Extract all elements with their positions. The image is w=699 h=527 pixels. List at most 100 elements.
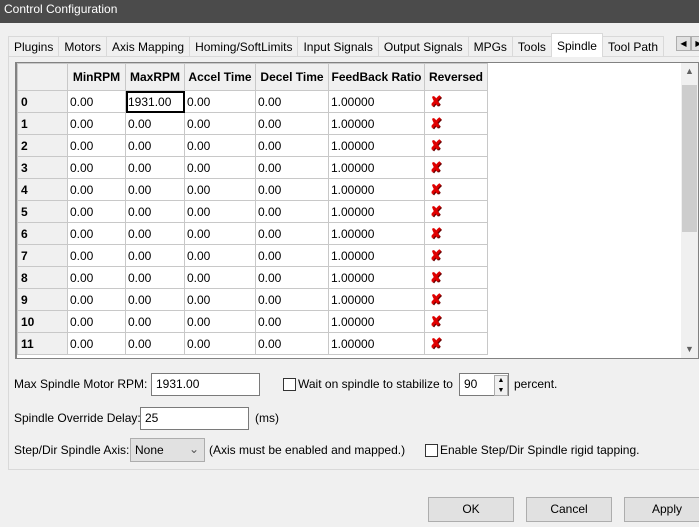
reversed-cell[interactable]: ✘ [424, 200, 488, 223]
tab-spindle[interactable]: Spindle [550, 33, 603, 57]
tab-tool-path[interactable]: Tool Path [601, 36, 665, 57]
reversed-cell[interactable]: ✘ [424, 134, 488, 157]
reversed-cell[interactable]: ✘ [424, 112, 488, 135]
cell-decel[interactable]: 0.00 [255, 112, 329, 135]
cell-max[interactable]: 0.00 [125, 288, 185, 311]
cell-decel[interactable]: 0.00 [255, 156, 329, 179]
cancel-button[interactable]: Cancel [526, 497, 612, 522]
row-header[interactable]: 2 [17, 134, 68, 157]
cell-max[interactable]: 0.00 [125, 244, 185, 267]
cell-max[interactable]: 0.00 [125, 156, 185, 179]
grid-scrollbar[interactable]: ▲ ▼ [681, 63, 698, 358]
cell-max[interactable]: 0.00 [125, 200, 185, 223]
cell-ratio[interactable]: 1.00000 [328, 266, 425, 289]
cell-max[interactable]: 0.00 [125, 112, 185, 135]
cell-ratio[interactable]: 1.00000 [328, 134, 425, 157]
reversed-cell[interactable]: ✘ [424, 178, 488, 201]
tab-scroll-left-button[interactable]: ◀ [676, 36, 691, 51]
cell-ratio[interactable]: 1.00000 [328, 156, 425, 179]
wait-percent-spinner[interactable]: ▲ ▼ [494, 375, 508, 396]
cell-decel[interactable]: 0.00 [255, 288, 329, 311]
cell-decel[interactable]: 0.00 [255, 200, 329, 223]
cell-min[interactable]: 0.00 [67, 134, 126, 157]
cell-accel[interactable]: 0.00 [184, 112, 256, 135]
override-delay-input[interactable]: 25 [140, 407, 249, 430]
cell-min[interactable]: 0.00 [67, 200, 126, 223]
row-header[interactable]: 4 [17, 178, 68, 201]
reversed-cell[interactable]: ✘ [424, 310, 488, 333]
cell-decel[interactable]: 0.00 [255, 178, 329, 201]
tab-output-signals[interactable]: Output Signals [377, 36, 469, 57]
tab-axis-mapping[interactable]: Axis Mapping [106, 36, 191, 57]
cell-accel[interactable]: 0.00 [184, 288, 256, 311]
wait-stabilize-checkbox[interactable] [283, 378, 296, 391]
reversed-cell[interactable]: ✘ [424, 156, 488, 179]
cell-ratio[interactable]: 1.00000 [328, 244, 425, 267]
cell-accel[interactable]: 0.00 [184, 200, 256, 223]
cell-accel[interactable]: 0.00 [184, 332, 256, 355]
cell-max[interactable]: 0.00 [125, 178, 185, 201]
cell-max[interactable]: 1931.00 [125, 90, 185, 113]
row-header[interactable]: 6 [17, 222, 68, 245]
cell-accel[interactable]: 0.00 [184, 310, 256, 333]
cell-decel[interactable]: 0.00 [255, 222, 329, 245]
row-header[interactable]: 0 [17, 90, 68, 113]
tab-homing-softlimits[interactable]: Homing/SoftLimits [189, 36, 299, 57]
scroll-down-icon[interactable]: ▼ [681, 341, 698, 358]
cell-accel[interactable]: 0.00 [184, 244, 256, 267]
cell-accel[interactable]: 0.00 [184, 178, 256, 201]
row-header[interactable]: 5 [17, 200, 68, 223]
cell-decel[interactable]: 0.00 [255, 332, 329, 355]
row-header[interactable]: 1 [17, 112, 68, 135]
cell-ratio[interactable]: 1.00000 [328, 178, 425, 201]
max-rpm-input[interactable]: 1931.00 [151, 373, 260, 396]
row-header[interactable]: 9 [17, 288, 68, 311]
cell-min[interactable]: 0.00 [67, 222, 126, 245]
reversed-cell[interactable]: ✘ [424, 266, 488, 289]
cell-max[interactable]: 0.00 [125, 310, 185, 333]
apply-button[interactable]: Apply [624, 497, 699, 522]
cell-min[interactable]: 0.00 [67, 156, 126, 179]
cell-max[interactable]: 0.00 [125, 134, 185, 157]
cell-decel[interactable]: 0.00 [255, 310, 329, 333]
row-header[interactable]: 10 [17, 310, 68, 333]
cell-ratio[interactable]: 1.00000 [328, 200, 425, 223]
cell-min[interactable]: 0.00 [67, 266, 126, 289]
cell-ratio[interactable]: 1.00000 [328, 90, 425, 113]
cell-min[interactable]: 0.00 [67, 90, 126, 113]
tab-motors[interactable]: Motors [58, 36, 108, 57]
cell-max[interactable]: 0.00 [125, 266, 185, 289]
cell-min[interactable]: 0.00 [67, 288, 126, 311]
tab-input-signals[interactable]: Input Signals [297, 36, 379, 57]
cell-min[interactable]: 0.00 [67, 332, 126, 355]
cell-ratio[interactable]: 1.00000 [328, 112, 425, 135]
reversed-cell[interactable]: ✘ [424, 244, 488, 267]
cell-accel[interactable]: 0.00 [184, 156, 256, 179]
cell-min[interactable]: 0.00 [67, 244, 126, 267]
cell-decel[interactable]: 0.00 [255, 90, 329, 113]
cell-max[interactable]: 0.00 [125, 222, 185, 245]
row-header[interactable]: 3 [17, 156, 68, 179]
cell-min[interactable]: 0.00 [67, 178, 126, 201]
cell-ratio[interactable]: 1.00000 [328, 310, 425, 333]
cell-max[interactable]: 0.00 [125, 332, 185, 355]
cell-accel[interactable]: 0.00 [184, 222, 256, 245]
cell-accel[interactable]: 0.00 [184, 90, 256, 113]
reversed-cell[interactable]: ✘ [424, 90, 488, 113]
cell-ratio[interactable]: 1.00000 [328, 288, 425, 311]
cell-ratio[interactable]: 1.00000 [328, 222, 425, 245]
tab-plugins[interactable]: Plugins [8, 36, 60, 57]
rigid-tapping-checkbox[interactable] [425, 444, 438, 457]
reversed-cell[interactable]: ✘ [424, 288, 488, 311]
spindle-axis-select[interactable]: None ⌄ [130, 438, 205, 462]
cell-min[interactable]: 0.00 [67, 310, 126, 333]
scroll-thumb[interactable] [682, 85, 697, 232]
tab-scroll-right-button[interactable]: ▶ [691, 36, 699, 51]
ok-button[interactable]: OK [428, 497, 514, 522]
cell-decel[interactable]: 0.00 [255, 266, 329, 289]
row-header[interactable]: 11 [17, 332, 68, 355]
row-header[interactable]: 7 [17, 244, 68, 267]
row-header[interactable]: 8 [17, 266, 68, 289]
scroll-up-icon[interactable]: ▲ [681, 63, 698, 80]
tab-mpgs[interactable]: MPGs [467, 36, 513, 57]
